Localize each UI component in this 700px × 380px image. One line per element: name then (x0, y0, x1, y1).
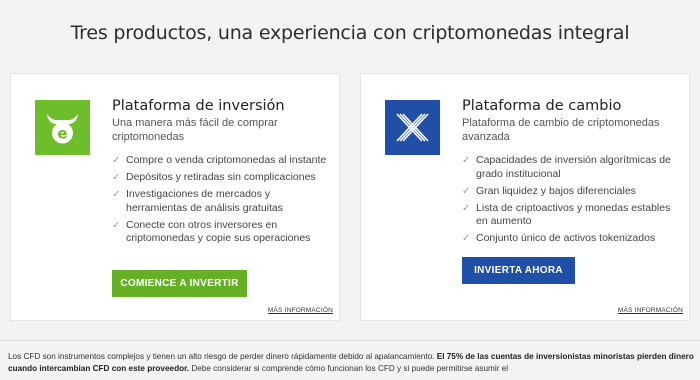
card-title: Plataforma de inversión (112, 98, 285, 114)
feature-item: ✓ Conecte con otros inversores en cripto… (112, 219, 334, 246)
feature-text: Investigaciones de mercados y herramient… (126, 188, 283, 214)
feature-text: Conjunto único de activos tokenizados (476, 232, 656, 245)
check-icon: ✓ (112, 189, 121, 201)
feature-item: ✓ Depósitos y retiradas sin complicacione… (112, 171, 334, 185)
investment-platform-card: e Plataforma de inversión Una manera más… (10, 73, 340, 321)
check-icon: ✓ (462, 202, 471, 214)
feature-text: Conecte con otros inversores en criptomo… (126, 218, 311, 245)
card-subtitle: Una manera más fácil de comprar criptomo… (112, 117, 278, 143)
more-info-link[interactable]: MÁS INFORMACIÓN (618, 307, 683, 314)
exchange-platform-card: Plataforma de cambio Plataforma de cambi… (360, 73, 690, 321)
feature-text: Gran liquidez y bajos diferenciales (476, 184, 636, 197)
etoro-bull-icon: e (35, 100, 90, 155)
feature-text: Compre o venda criptomonedas al instante (126, 154, 327, 166)
feature-item: ✓ Investigaciones de mercados y herramie… (112, 188, 334, 215)
feature-item: ✓ Capacidades de inversión algorítmicas d… (462, 154, 684, 181)
section-divider (0, 340, 700, 341)
feature-item: ✓ Lista de criptoactivos y monedas establ… (462, 202, 684, 229)
disclaimer-text-end: Debe considerar si comprende cómo funcio… (189, 364, 509, 373)
feature-text: Lista de criptoactivos y monedas estable… (476, 201, 671, 228)
feature-item: ✓ Conjunto único de activos tokenizados (462, 232, 684, 246)
disclaimer-text: Los CFD son instrumentos complejos y tie… (8, 352, 437, 361)
feature-text: Depósitos y retiradas sin complicaciones (126, 171, 316, 184)
etorox-x-icon (385, 100, 440, 155)
feature-text: Capacidades de inversión algorítmicas de… (476, 154, 671, 180)
check-icon: ✓ (462, 185, 471, 197)
card-subtitle: Plataforma de cambio de criptomonedas av… (462, 117, 660, 143)
check-icon: ✓ (462, 155, 471, 166)
check-icon: ✓ (462, 233, 471, 245)
check-icon: ✓ (112, 155, 121, 166)
more-info-link[interactable]: MÁS INFORMACIÓN (268, 307, 333, 314)
risk-disclaimer: Los CFD son instrumentos complejos y tie… (8, 351, 696, 380)
check-icon: ✓ (112, 219, 121, 231)
page-headline: Tres productos, una experiencia con crip… (70, 22, 630, 44)
start-investing-button[interactable]: COMIENCE A INVERTIR (112, 270, 247, 297)
feature-list: ✓ Compre o venda criptomonedas al instant… (112, 154, 334, 249)
feature-list: ✓ Capacidades de inversión algorítmicas d… (462, 154, 684, 249)
feature-item: ✓ Gran liquidez y bajos diferenciales (462, 185, 684, 199)
check-icon: ✓ (112, 172, 121, 184)
svg-text:e: e (57, 125, 67, 143)
card-title: Plataforma de cambio (462, 98, 622, 114)
feature-item: ✓ Compre o venda criptomonedas al instant… (112, 154, 334, 168)
invest-now-button[interactable]: INVIERTA AHORA (462, 257, 575, 284)
